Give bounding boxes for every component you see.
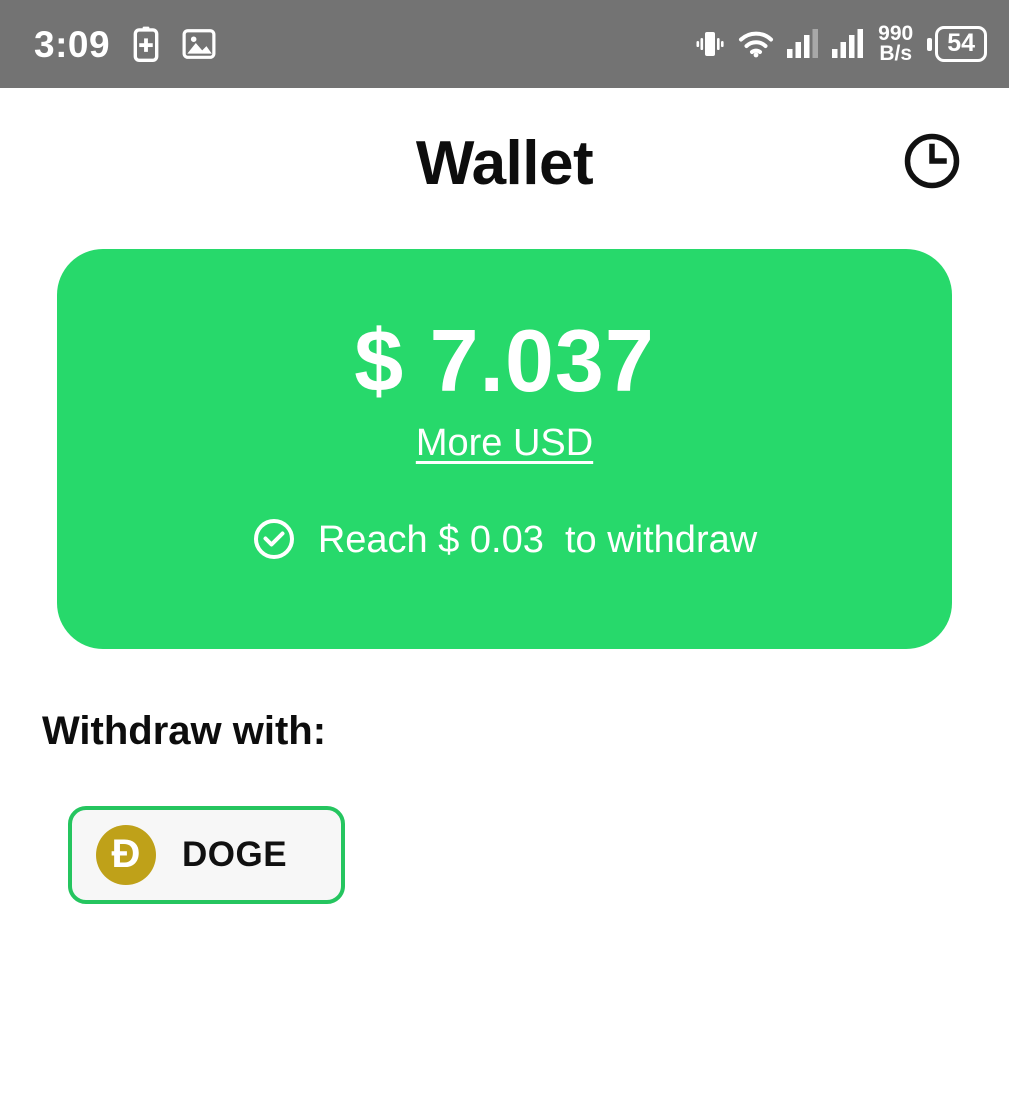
vibrate-icon — [695, 28, 725, 60]
wifi-icon — [738, 30, 774, 58]
check-circle-icon — [252, 517, 296, 566]
more-usd-link[interactable]: More USD — [416, 422, 593, 465]
balance-card: $ 7.037 More USD Reach $ 0.03 to withdra… — [57, 249, 952, 649]
status-bar-left: 3:09 — [34, 26, 216, 63]
withdraw-with-label: Withdraw with: — [42, 709, 327, 753]
network-speed-value: 990 — [878, 22, 914, 46]
balance-amount: $ 7.037 — [354, 311, 655, 410]
network-speed: 990 B/s — [878, 22, 914, 65]
doge-coin-icon: Ð — [96, 825, 156, 885]
withdraw-method-list: Ð DOGE — [68, 806, 1009, 904]
withdraw-method-doge[interactable]: Ð DOGE — [68, 806, 345, 904]
status-clock: 3:09 — [34, 23, 111, 65]
status-bar: 3:09 990 B/s 54 — [0, 0, 1009, 88]
page-title: Wallet — [415, 128, 594, 198]
battery-level: 54 — [935, 26, 987, 62]
clock-history-icon — [903, 132, 961, 195]
app-header: Wallet — [0, 88, 1009, 238]
network-speed-unit: B/s — [879, 42, 912, 65]
signal-1-icon — [787, 29, 819, 59]
battery-plus-icon — [132, 26, 160, 62]
signal-2-icon — [832, 29, 864, 59]
status-bar-right: 990 B/s 54 — [695, 22, 987, 65]
battery-indicator: 54 — [927, 26, 987, 62]
image-icon — [182, 27, 216, 61]
withdraw-status-row: Reach $ 0.03 to withdraw — [252, 517, 757, 566]
history-button[interactable] — [901, 132, 963, 194]
withdraw-status-text: Reach $ 0.03 to withdraw — [317, 519, 758, 562]
withdraw-method-label: DOGE — [182, 835, 288, 874]
battery-nub — [927, 37, 933, 51]
